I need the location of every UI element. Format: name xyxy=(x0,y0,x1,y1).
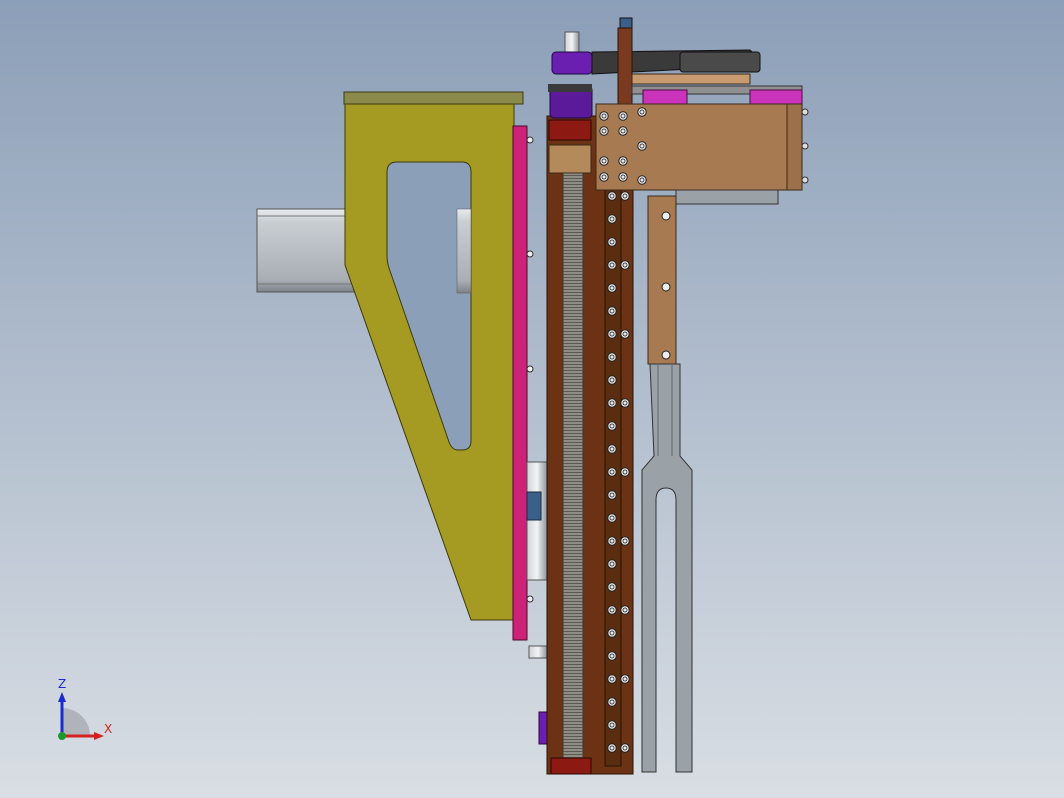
column-bolt xyxy=(607,605,617,615)
rail-bolt xyxy=(620,605,630,615)
carriage-bolt xyxy=(637,175,647,185)
column-bolt xyxy=(607,283,617,293)
drive-pulley xyxy=(551,51,593,75)
column-bolt xyxy=(607,191,617,201)
column-bolt xyxy=(607,375,617,385)
rail-bolt xyxy=(620,467,630,477)
column-bolt xyxy=(607,329,617,339)
vertical-shaft xyxy=(617,27,633,107)
x-axis-label: X xyxy=(104,722,112,736)
bracket-top-plate xyxy=(343,91,524,105)
carriage-bolt xyxy=(618,111,628,121)
column-bolt xyxy=(607,490,617,500)
rail-bolt xyxy=(620,260,630,270)
viewport-background xyxy=(0,0,1064,798)
column-bolt xyxy=(607,697,617,707)
carriage-block[interactable] xyxy=(595,85,803,205)
rail-bolt xyxy=(620,743,630,753)
carriage-bolt xyxy=(637,107,647,117)
rail-bolt xyxy=(620,398,630,408)
column-bolt xyxy=(607,559,617,569)
carriage-bolt xyxy=(637,141,647,151)
cad-viewport[interactable]: Z X xyxy=(0,0,1064,798)
carriage-bolt xyxy=(618,156,628,166)
column-bolt xyxy=(607,214,617,224)
rail-bolt xyxy=(620,674,630,684)
z-axis-label: Z xyxy=(58,677,66,691)
carriage-bolt xyxy=(599,156,609,166)
column-bolt xyxy=(607,467,617,477)
column-bolt xyxy=(607,582,617,592)
column-bolt xyxy=(607,743,617,753)
rail-bolt xyxy=(620,536,630,546)
column-bolt xyxy=(607,398,617,408)
fork-mount xyxy=(647,195,677,365)
rail-bolt xyxy=(620,329,630,339)
clamp-right xyxy=(749,89,803,105)
carriage-bolt xyxy=(599,172,609,182)
driven-pulley xyxy=(679,51,761,73)
carriage-bolt xyxy=(618,126,628,136)
carriage-bolt xyxy=(618,172,628,182)
motor-shaft xyxy=(564,31,580,55)
rail-bolt xyxy=(620,191,630,201)
column-bolt xyxy=(607,513,617,523)
column-bolt xyxy=(607,444,617,454)
actuator-cap xyxy=(526,491,542,521)
linear-axis-column[interactable] xyxy=(546,115,634,775)
clamp-left xyxy=(642,89,688,105)
column-bolt xyxy=(607,674,617,684)
column-bolt xyxy=(607,260,617,270)
bottom-bearing-block xyxy=(550,757,592,775)
assembly-model-view[interactable]: Z X xyxy=(0,0,1064,798)
lead-screw xyxy=(562,171,584,763)
column-bolt xyxy=(607,720,617,730)
column-bolt xyxy=(607,651,617,661)
carriage-bolt xyxy=(599,126,609,136)
column-bolt xyxy=(607,421,617,431)
column-bolt xyxy=(607,237,617,247)
column-bolt xyxy=(607,536,617,546)
column-bolt xyxy=(607,306,617,316)
column-bolt xyxy=(607,352,617,362)
top-bearing-block xyxy=(548,119,592,141)
y-axis-dot xyxy=(58,732,66,740)
column-bolt xyxy=(607,628,617,638)
carriage-bolt xyxy=(599,111,609,121)
